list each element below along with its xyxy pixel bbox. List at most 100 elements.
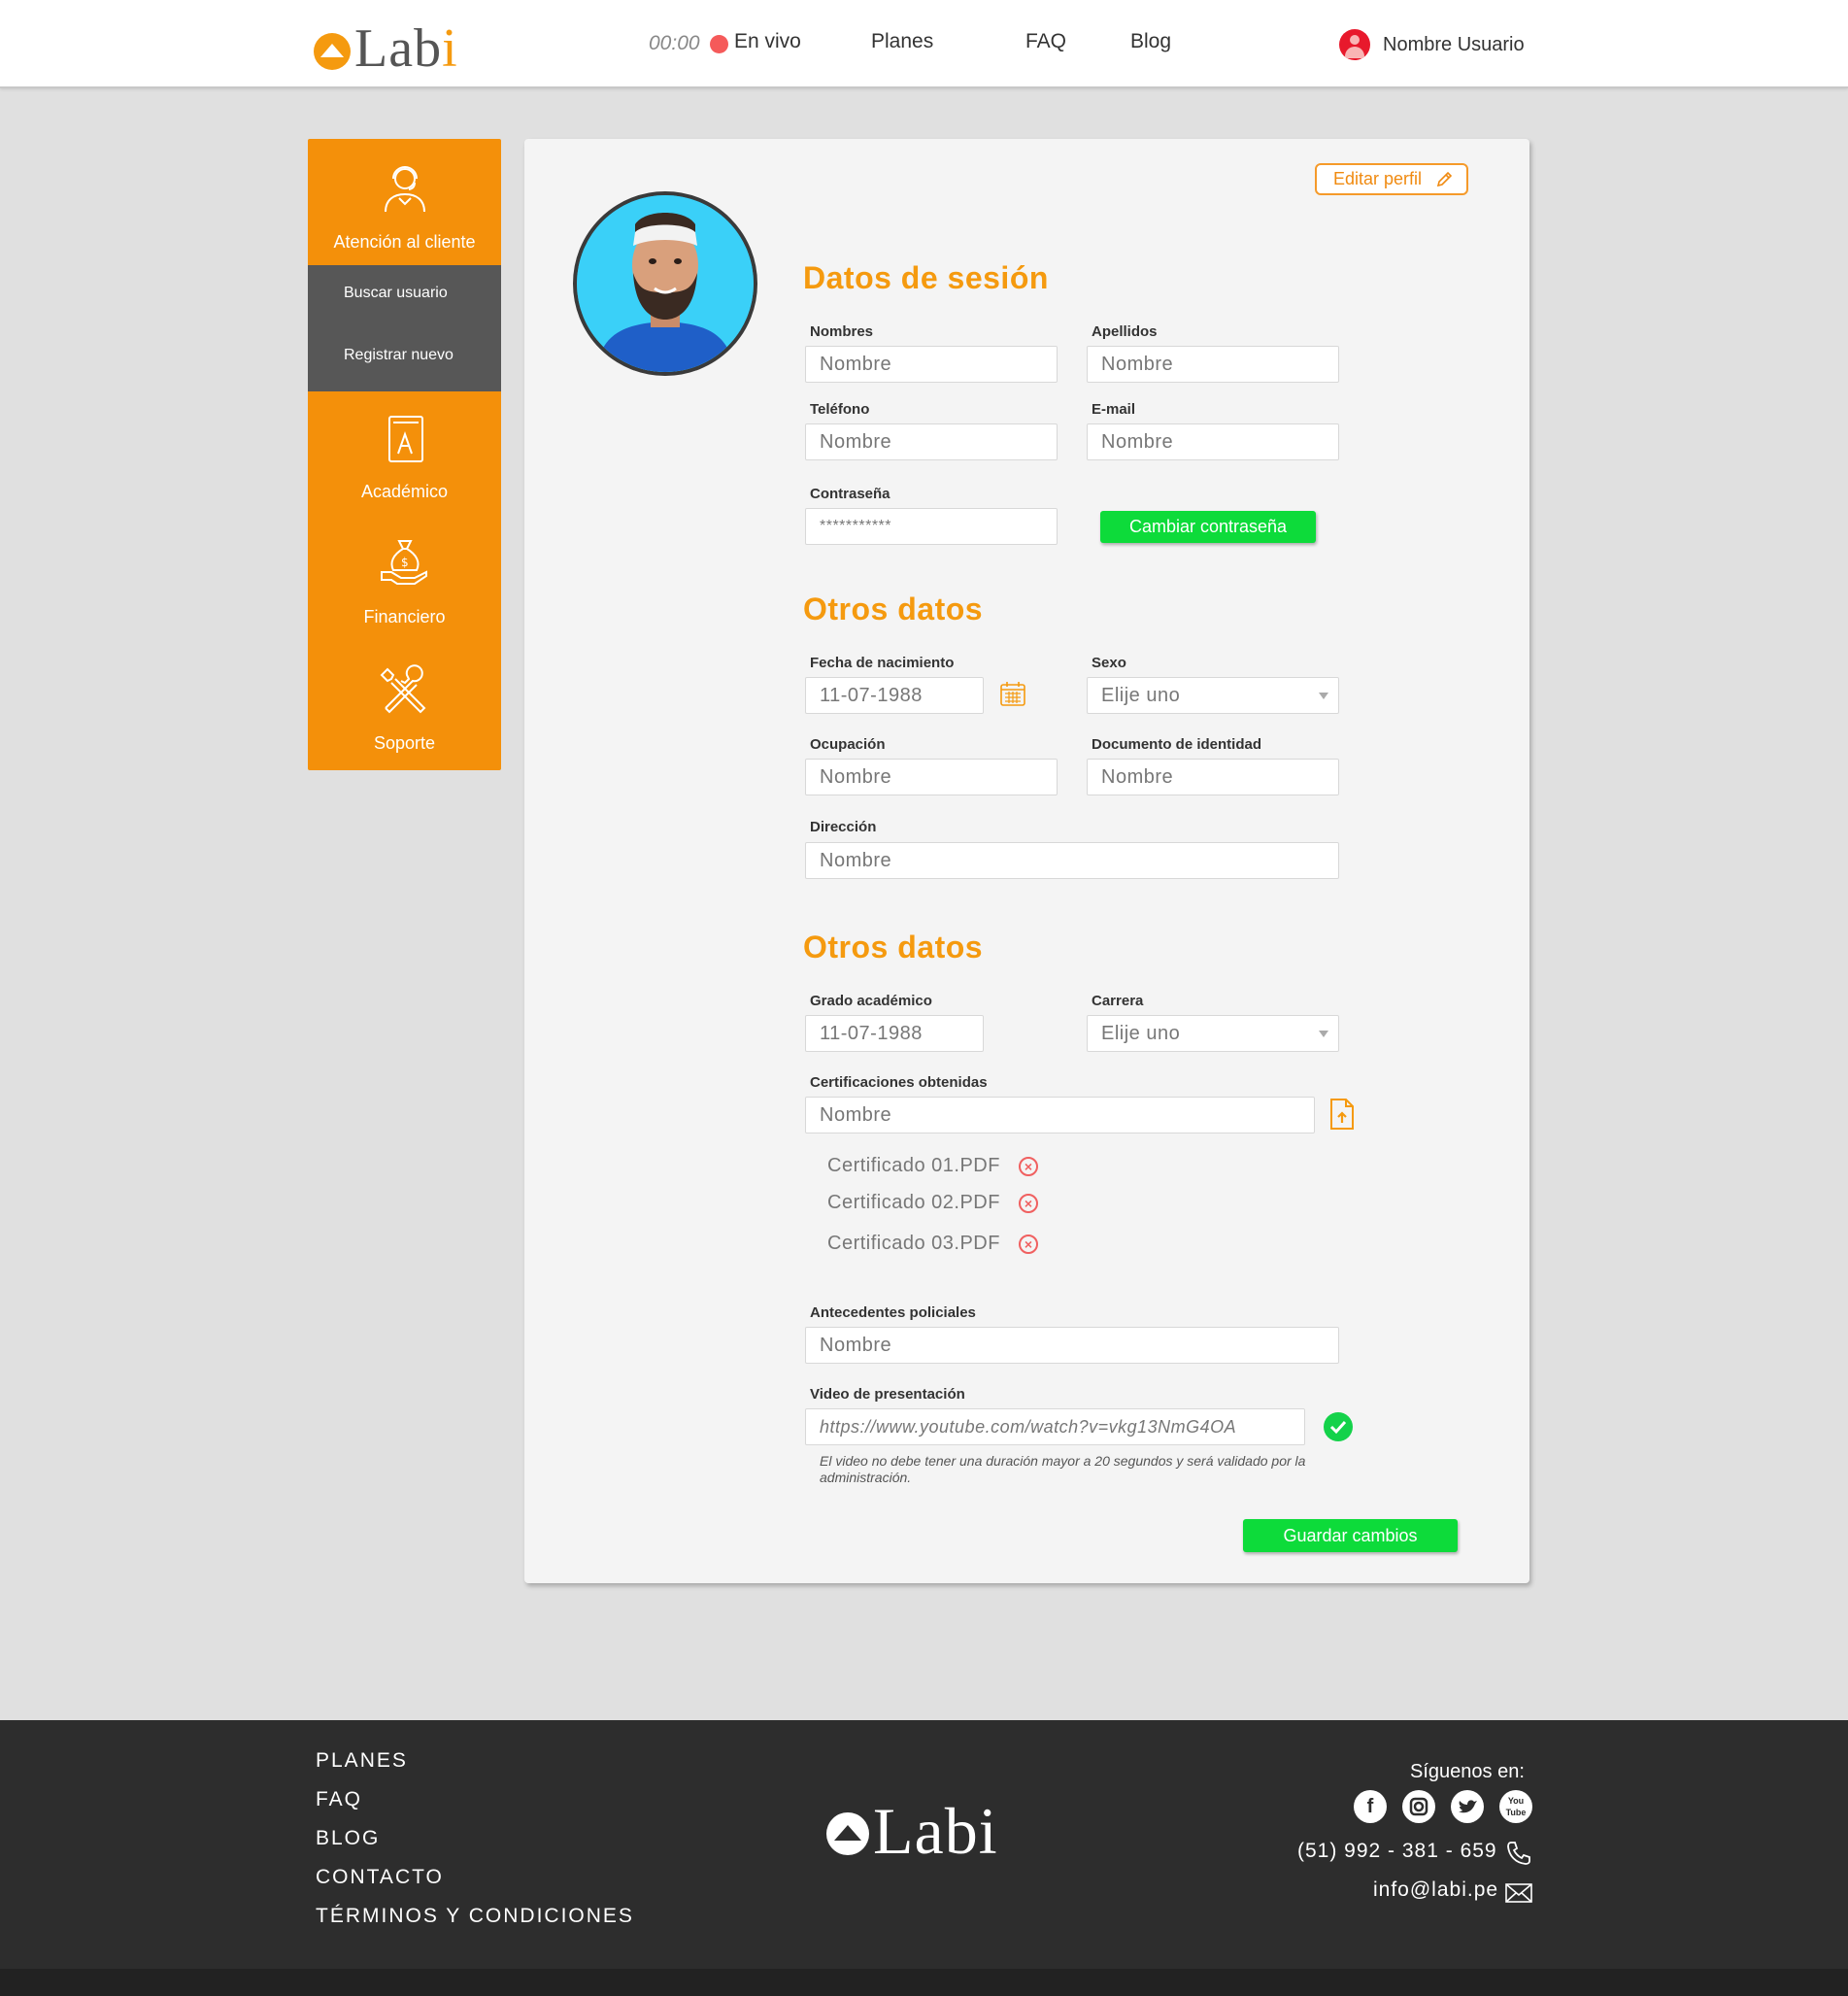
sidebar-submenu: Buscar usuario Registrar nuevo [308, 265, 501, 391]
certifications-label: Certificaciones obtenidas [810, 1074, 988, 1091]
footer-logo-text: Labi [873, 1794, 998, 1868]
nav-live[interactable]: En vivo [734, 30, 801, 53]
nombres-input[interactable]: Nombre [805, 346, 1058, 383]
telefono-input[interactable]: Nombre [805, 423, 1058, 460]
certificate-item: Certificado 03.PDF [827, 1233, 1000, 1254]
password-input[interactable]: *********** [805, 508, 1058, 545]
phone-icon [1507, 1842, 1530, 1865]
nav-faq[interactable]: FAQ [1025, 30, 1066, 53]
id-document-label: Documento de identidad [1092, 736, 1262, 753]
video-label: Video de presentación [810, 1386, 965, 1403]
check-icon [1324, 1412, 1353, 1441]
sidebar-item-label: Académico [360, 482, 449, 501]
remove-icon[interactable]: × [1019, 1157, 1038, 1176]
live-timer: 00:00 [649, 32, 700, 54]
profile-card: Editar perfil Datos de sesión Nombres No… [524, 139, 1529, 1583]
address-input[interactable]: Nombre [805, 842, 1339, 879]
id-document-input[interactable]: Nombre [1087, 759, 1339, 795]
career-select-value: Elije uno [1101, 1023, 1181, 1044]
logo-mark-icon [314, 33, 351, 70]
career-label: Carrera [1092, 993, 1144, 1009]
occupation-input[interactable]: Nombre [805, 759, 1058, 795]
footer: PLANES FAQ BLOG CONTACTO TÉRMINOS Y COND… [0, 1720, 1848, 1969]
apellidos-label: Apellidos [1092, 323, 1158, 340]
instagram-icon[interactable] [1402, 1790, 1435, 1823]
address-label: Dirección [810, 819, 877, 835]
police-record-input[interactable]: Nombre [805, 1327, 1339, 1364]
career-select[interactable]: Elije uno [1087, 1015, 1339, 1052]
email-label: E-mail [1092, 401, 1136, 418]
edit-profile-label: Editar perfil [1333, 169, 1423, 188]
nombres-label: Nombres [810, 323, 874, 340]
mail-icon [1505, 1883, 1532, 1903]
video-note: El video no debe tener una duración mayo… [820, 1453, 1306, 1485]
logo-mark-icon [826, 1812, 869, 1855]
live-indicator-icon [710, 35, 728, 53]
brand-logo[interactable]: Labi [314, 21, 458, 76]
footer-link-faq[interactable]: FAQ [316, 1788, 362, 1811]
footer-link-contacto[interactable]: CONTACTO [316, 1866, 444, 1889]
user-name[interactable]: Nombre Usuario [1383, 34, 1525, 56]
sidebar-item-atencion[interactable]: Atención al cliente [308, 139, 501, 265]
nav-blog[interactable]: Blog [1130, 30, 1171, 53]
apellidos-input[interactable]: Nombre [1087, 346, 1339, 383]
birth-date-label: Fecha de nacimiento [810, 655, 955, 671]
telefono-label: Teléfono [810, 401, 870, 418]
sex-select-value: Elije uno [1101, 685, 1181, 706]
chevron-down-icon [1319, 1031, 1328, 1037]
svg-text:$: $ [401, 556, 409, 569]
birth-date-input[interactable]: 11-07-1988 [805, 677, 984, 714]
degree-label: Grado académico [810, 993, 932, 1009]
sex-label: Sexo [1092, 655, 1126, 671]
occupation-label: Ocupación [810, 736, 886, 753]
degree-input[interactable]: 11-07-1988 [805, 1015, 984, 1052]
sidebar-item-label: Soporte [373, 733, 436, 753]
upload-file-icon[interactable] [1329, 1098, 1355, 1131]
footer-link-terminos[interactable]: TÉRMINOS Y CONDICIONES [316, 1905, 634, 1928]
remove-icon[interactable]: × [1019, 1194, 1038, 1213]
pencil-icon [1436, 171, 1453, 187]
profile-avatar[interactable] [573, 191, 757, 376]
twitter-icon[interactable] [1451, 1790, 1484, 1823]
edit-profile-button[interactable]: Editar perfil [1315, 163, 1468, 195]
submenu-buscar-usuario[interactable]: Buscar usuario [344, 285, 448, 302]
save-changes-button[interactable]: Guardar cambios [1243, 1519, 1458, 1552]
email-input[interactable]: Nombre [1087, 423, 1339, 460]
certificate-item: Certificado 02.PDF [827, 1192, 1000, 1213]
sex-select[interactable]: Elije uno [1087, 677, 1339, 714]
submenu-registrar-nuevo[interactable]: Registrar nuevo [344, 347, 454, 364]
chevron-down-icon [1319, 693, 1328, 699]
sidebar-item-label: Financiero [363, 607, 446, 626]
top-header: Labi 00:00 En vivo Planes FAQ Blog Nombr… [0, 0, 1848, 88]
phone-number[interactable]: (51) 992 - 381 - 659 [1297, 1840, 1497, 1863]
user-avatar-icon[interactable] [1339, 29, 1370, 60]
certifications-input[interactable]: Nombre [805, 1097, 1315, 1133]
footer-logo[interactable]: Labi [826, 1798, 998, 1864]
section-title-academic: Otros datos [803, 930, 984, 964]
sidebar-item-academico[interactable]: Académico [308, 391, 501, 518]
tools-icon [380, 664, 426, 714]
remove-icon[interactable]: × [1019, 1235, 1038, 1254]
book-icon [388, 416, 423, 462]
contact-email[interactable]: info@labi.pe [1373, 1878, 1498, 1902]
video-url-input[interactable]: https://www.youtube.com/watch?v=vkg13NmG… [805, 1408, 1305, 1445]
money-bag-icon: $ [381, 540, 427, 585]
change-password-button[interactable]: Cambiar contraseña [1100, 511, 1316, 543]
nav-planes[interactable]: Planes [871, 30, 933, 53]
section-title-session: Datos de sesión [803, 260, 1049, 295]
police-record-label: Antecedentes policiales [810, 1304, 976, 1321]
footer-link-planes[interactable]: PLANES [316, 1749, 408, 1773]
youtube-icon[interactable]: You Tube [1499, 1790, 1532, 1823]
calendar-icon[interactable] [999, 680, 1026, 707]
sidebar-item-label: Atención al cliente [333, 232, 476, 252]
customer-support-icon [385, 166, 425, 213]
facebook-icon[interactable]: f [1354, 1790, 1387, 1823]
footer-bottom-bar [0, 1969, 1848, 1996]
footer-link-blog[interactable]: BLOG [316, 1827, 380, 1850]
sidebar-item-soporte[interactable]: Soporte [308, 644, 501, 770]
sidebar: Atención al cliente Buscar usuario Regis… [308, 139, 501, 770]
section-title-other: Otros datos [803, 592, 984, 626]
password-label: Contraseña [810, 486, 890, 502]
sidebar-item-financiero[interactable]: $ Financiero [308, 518, 501, 644]
logo-text: Labi [354, 18, 458, 79]
